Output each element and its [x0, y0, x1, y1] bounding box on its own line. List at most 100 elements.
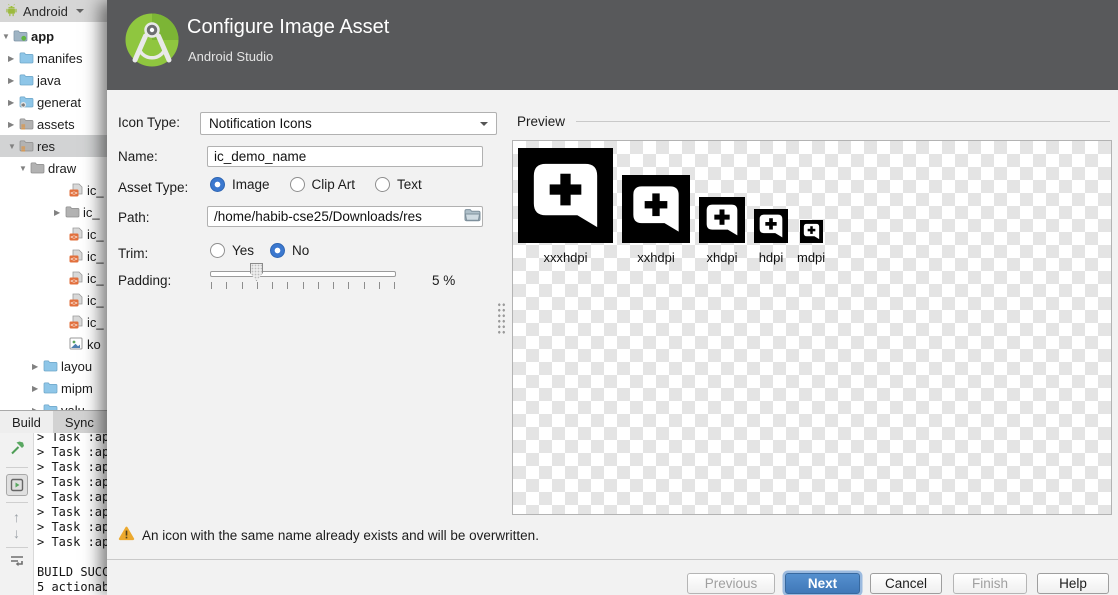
- tree-item-label: ic_: [87, 183, 104, 198]
- down-arrow-icon[interactable]: ↓: [13, 525, 20, 541]
- folder-gear-icon: ✱: [19, 95, 35, 110]
- folder-gray-icon: [30, 161, 46, 176]
- expand-arrow-right-icon[interactable]: ▶: [8, 76, 19, 85]
- up-arrow-icon[interactable]: ↑: [13, 509, 20, 525]
- cancel-button[interactable]: Cancel: [870, 573, 942, 594]
- name-input[interactable]: [207, 146, 483, 167]
- android-studio-screen: Android ▼app ▶ manifes ▶java▶✱generat▶asset…: [0, 0, 1118, 595]
- warning-row: An icon with the same name already exist…: [118, 526, 539, 544]
- project-view-selector[interactable]: Android: [0, 0, 107, 22]
- android-studio-logo-icon: [125, 13, 179, 67]
- console-line: > Task :ap: [37, 520, 107, 535]
- expand-arrow-down-icon[interactable]: ▼: [8, 142, 19, 151]
- preview-divider: [576, 121, 1110, 122]
- radio-button-icon[interactable]: [375, 177, 390, 192]
- radio-button-icon[interactable]: [270, 243, 285, 258]
- expand-arrow-down-icon[interactable]: ▼: [19, 164, 30, 173]
- console-line: > Task :ap: [37, 445, 107, 460]
- xml-file-icon: <>: [69, 271, 85, 286]
- svg-text:✱: ✱: [21, 102, 26, 108]
- tree-item[interactable]: ▼res: [0, 135, 107, 157]
- density-preview-row: xxxhdpixxhdpixhdpihdpimdpi: [518, 148, 825, 265]
- xml-file-icon: <>: [69, 293, 85, 308]
- tree-item[interactable]: <>ic_: [0, 179, 107, 201]
- tab-sync[interactable]: Sync: [53, 411, 106, 433]
- view-selector-label: Android: [23, 4, 68, 19]
- console-line: > Task :ap: [37, 475, 107, 490]
- slider-tick: [226, 282, 227, 289]
- tree-item[interactable]: ▼app: [0, 25, 107, 47]
- tree-item[interactable]: ▶ic_: [0, 201, 107, 223]
- tree-item[interactable]: ▶java: [0, 69, 107, 91]
- density-preview-mdpi: mdpi: [797, 220, 825, 265]
- tab-build[interactable]: Build: [0, 411, 53, 433]
- expand-arrow-right-icon[interactable]: ▶: [8, 120, 19, 129]
- expand-arrow-right-icon[interactable]: ▶: [32, 362, 43, 371]
- trim-radio-no[interactable]: No: [270, 243, 309, 258]
- panel-splitter-handle[interactable]: [497, 302, 506, 336]
- asset-type-radio-text[interactable]: Text: [375, 177, 422, 192]
- density-preview-xxhdpi: xxhdpi: [622, 175, 690, 265]
- trim-label: Trim:: [118, 246, 148, 261]
- tree-item[interactable]: ▶layou: [0, 355, 107, 377]
- tree-item[interactable]: ▶mipm: [0, 377, 107, 399]
- run-tasks-icon[interactable]: [6, 474, 28, 496]
- tree-item[interactable]: ko: [0, 333, 107, 355]
- slider-tick: [257, 282, 258, 289]
- slider-tick: [211, 282, 212, 289]
- trim-radio-yes[interactable]: Yes: [210, 243, 254, 258]
- build-toolbar: ↑ ↓: [0, 433, 34, 595]
- preview-panel: xxxhdpixxhdpixhdpihdpimdpi: [512, 140, 1112, 515]
- radio-button-icon[interactable]: [290, 177, 305, 192]
- dialog-subtitle: Android Studio: [188, 49, 273, 64]
- padding-slider-track[interactable]: [210, 271, 396, 277]
- density-label: mdpi: [797, 250, 825, 265]
- notification-icon-preview: [800, 220, 823, 248]
- icon-type-dropdown[interactable]: Notification Icons: [200, 112, 497, 135]
- help-button[interactable]: Help: [1037, 573, 1109, 594]
- tree-item[interactable]: ▼ draw: [0, 157, 107, 179]
- padding-slider-handle[interactable]: [250, 263, 263, 281]
- build-hammer-icon[interactable]: [9, 440, 25, 461]
- expand-arrow-right-icon[interactable]: ▶: [8, 54, 19, 63]
- tree-item[interactable]: <>ic_: [0, 267, 107, 289]
- expand-arrow-down-icon[interactable]: ▼: [2, 32, 13, 41]
- console-line: 5 actionab: [37, 580, 107, 595]
- radio-label: Text: [397, 177, 422, 192]
- radio-button-icon[interactable]: [210, 177, 225, 192]
- tree-item-label: ic_: [87, 271, 104, 286]
- configure-image-asset-dialog: Configure Image Asset Android Studio Ico…: [107, 0, 1118, 595]
- tree-item[interactable]: ▶assets: [0, 113, 107, 135]
- tree-item[interactable]: <>ic_: [0, 311, 107, 333]
- expand-arrow-right-icon[interactable]: ▶: [8, 98, 19, 107]
- asset-type-radio-clip-art[interactable]: Clip Art: [290, 177, 356, 192]
- build-tool-window: > Task :ap> Task :ap> Task :ap> Task :ap…: [0, 410, 107, 595]
- asset-type-radio-image[interactable]: Image: [210, 177, 270, 192]
- folder-blue-icon: [19, 73, 35, 88]
- expand-arrow-right-icon[interactable]: ▶: [54, 208, 65, 217]
- tree-item-label: draw: [48, 161, 76, 176]
- toolbar-divider: [6, 547, 28, 548]
- expand-arrow-right-icon[interactable]: ▶: [32, 384, 43, 393]
- project-sidebar: Android ▼app ▶ manifes ▶java▶✱generat▶asset…: [0, 0, 107, 595]
- folder-gray-icon: [65, 205, 81, 220]
- console-line: > Task :ap: [37, 505, 107, 520]
- tree-item[interactable]: ▶✱generat: [0, 91, 107, 113]
- project-tree: ▼app▶manifes▶java▶✱generat▶assets▼res▼dr…: [0, 25, 107, 421]
- icon-type-label: Icon Type:: [118, 115, 180, 130]
- soft-wrap-icon[interactable]: [9, 554, 25, 573]
- next-button[interactable]: Next: [785, 573, 860, 594]
- tree-item-label: ic_: [87, 315, 104, 330]
- tree-item[interactable]: <>ic_: [0, 245, 107, 267]
- density-label: hdpi: [759, 250, 784, 265]
- radio-button-icon[interactable]: [210, 243, 225, 258]
- tree-item[interactable]: <>ic_: [0, 223, 107, 245]
- tree-item-label: manifes: [37, 51, 83, 66]
- tree-item[interactable]: <>ic_: [0, 289, 107, 311]
- slider-tick: [287, 282, 288, 289]
- icon-type-value: Notification Icons: [209, 116, 312, 131]
- path-input[interactable]: [207, 206, 483, 227]
- finish-button: Finish: [953, 573, 1027, 594]
- browse-folder-icon[interactable]: [463, 208, 481, 223]
- tree-item[interactable]: ▶ manifes: [0, 47, 107, 69]
